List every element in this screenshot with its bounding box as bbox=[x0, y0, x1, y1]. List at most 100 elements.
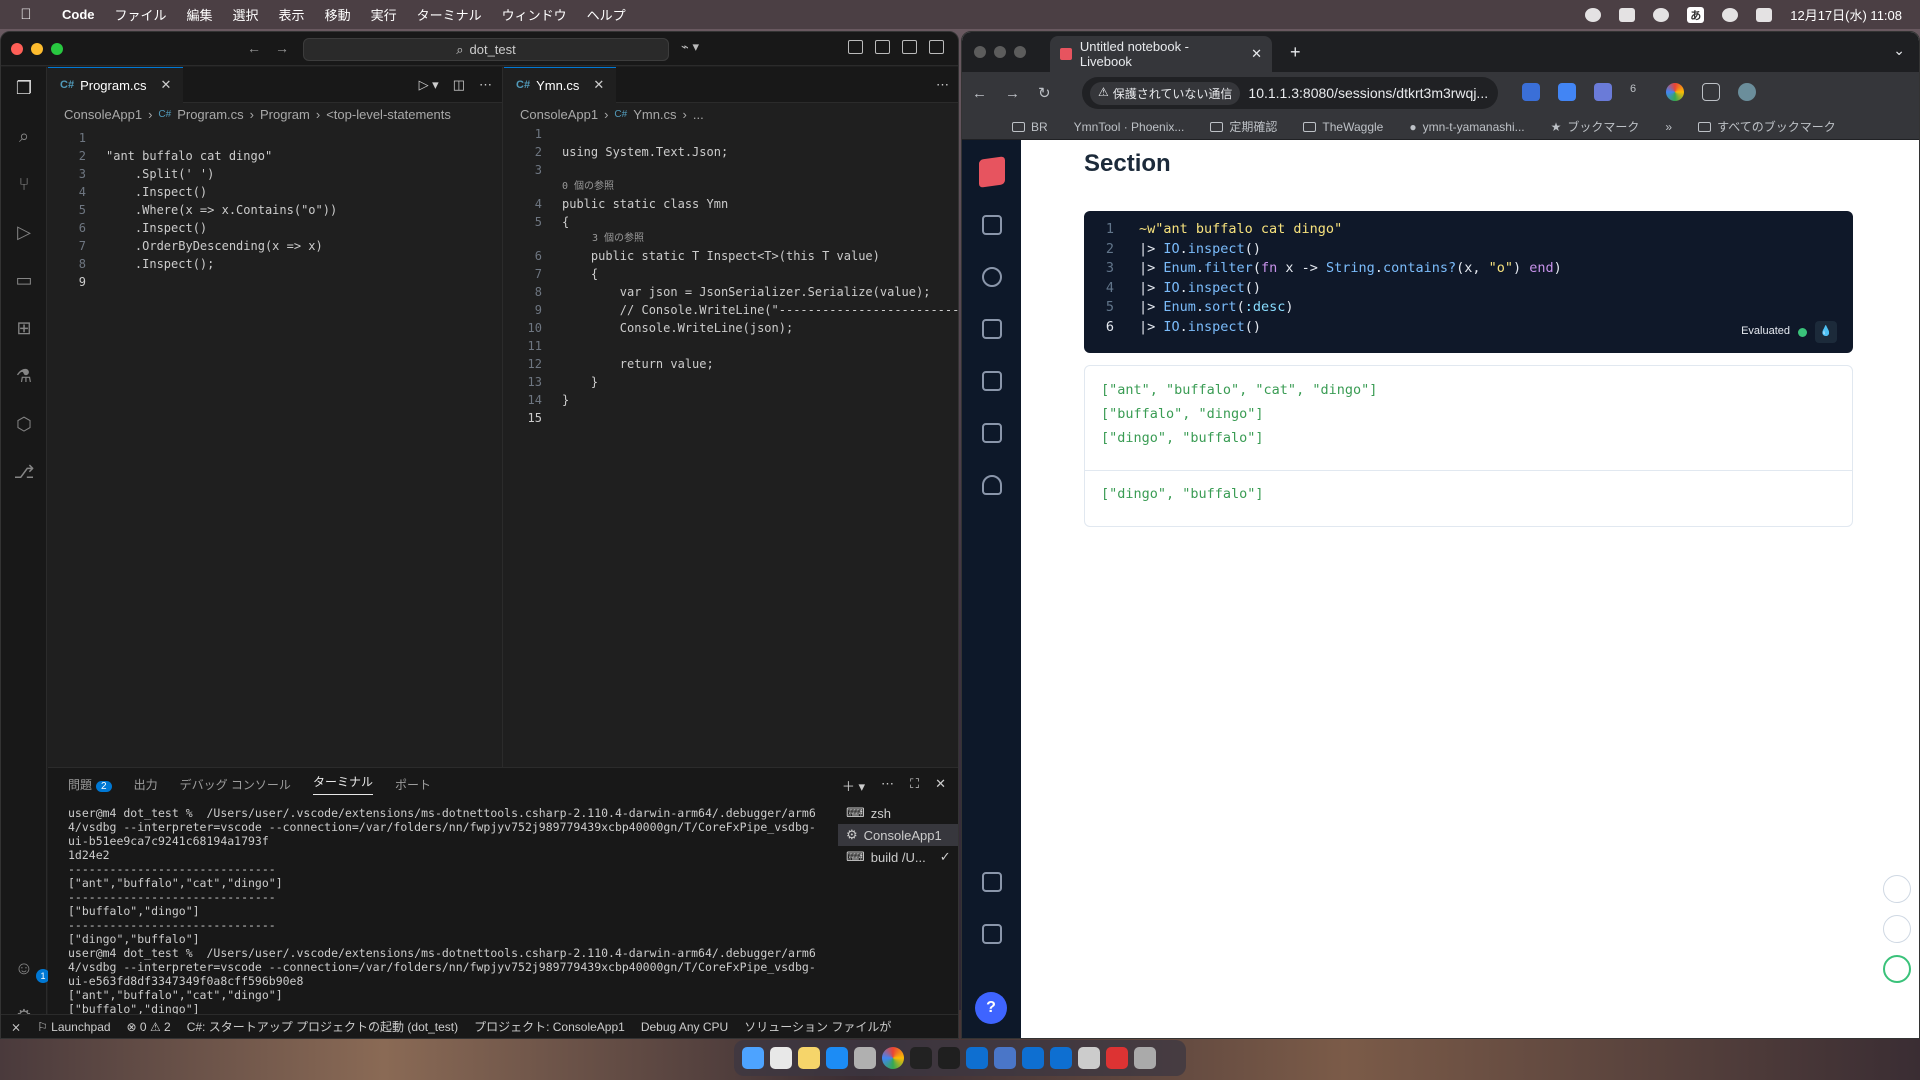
activity-monitor-icon[interactable] bbox=[938, 1047, 960, 1069]
close-tab-icon[interactable]: ✕ bbox=[593, 77, 604, 93]
menu-file[interactable]: ファイル bbox=[105, 5, 177, 24]
forward-arrow-icon[interactable]: → bbox=[275, 40, 289, 56]
close-window-button[interactable] bbox=[11, 42, 23, 55]
codelens-references[interactable]: 0 個の参照 bbox=[562, 178, 614, 196]
downloads-icon[interactable] bbox=[1078, 1047, 1100, 1069]
spotlight-icon[interactable] bbox=[1722, 7, 1739, 22]
startup-project-status[interactable]: C#: スタートアップ プロジェクトの起動 (dot_test) bbox=[187, 1018, 458, 1035]
breadcrumb-project[interactable]: ConsoleApp1 bbox=[64, 107, 142, 122]
bookmark-all[interactable]: すべてのブックマーク bbox=[1698, 118, 1836, 135]
tab-search-icon[interactable]: ⌄ bbox=[1893, 42, 1905, 59]
remote-indicator-icon[interactable]: ⨯ bbox=[11, 1020, 21, 1034]
menubar-clock[interactable]: 12月17日(水) 11:08 bbox=[1790, 5, 1902, 24]
run-button[interactable]: ▷ ▾ bbox=[419, 77, 439, 93]
runtime-icon[interactable] bbox=[982, 319, 1002, 339]
copilot-icon[interactable]: ⌁ ▾ bbox=[681, 39, 699, 55]
remote-explorer-icon[interactable]: ▭ bbox=[12, 269, 36, 291]
wifi-icon[interactable] bbox=[1653, 7, 1670, 22]
zoom-window-button[interactable] bbox=[51, 42, 63, 55]
testing-icon[interactable]: ⚗ bbox=[12, 365, 36, 387]
vscode-secondary-icon[interactable] bbox=[1050, 1047, 1072, 1069]
back-arrow-icon[interactable]: ← bbox=[247, 40, 261, 56]
keyboard-shortcuts-icon[interactable] bbox=[982, 924, 1002, 944]
close-tab-icon[interactable]: ✕ bbox=[161, 77, 172, 93]
breadcrumb-file[interactable]: Program.cs bbox=[177, 107, 243, 122]
code-cell[interactable]: Evaluated 💧 1 ~w"ant buffalo cat dingo" 2 |… bbox=[1084, 211, 1853, 353]
control-center-icon[interactable] bbox=[1756, 7, 1773, 22]
help-button[interactable]: ? bbox=[975, 992, 1007, 1024]
launchpad-icon[interactable] bbox=[770, 1047, 792, 1069]
search-view-icon[interactable]: ⌕ bbox=[12, 125, 36, 147]
toggle-primary-sidebar-icon[interactable] bbox=[875, 40, 890, 54]
apple-icon[interactable]:  bbox=[0, 6, 52, 23]
terminal-icon[interactable] bbox=[910, 1047, 932, 1069]
files-folder-icon[interactable] bbox=[982, 423, 1002, 443]
solution-status[interactable]: ソリューション ファイルが bbox=[744, 1018, 891, 1035]
maximize-panel-icon[interactable]: ⛶ bbox=[910, 776, 919, 795]
input-method-indicator[interactable]: あ bbox=[1687, 6, 1705, 23]
command-center-search[interactable]: ⌕ dot_test bbox=[303, 38, 669, 61]
breadcrumb-more[interactable]: ... bbox=[693, 107, 704, 122]
outline-icon[interactable] bbox=[982, 215, 1002, 235]
translate-extension-icon[interactable] bbox=[1522, 83, 1540, 101]
toggle-secondary-sidebar-icon[interactable] bbox=[929, 40, 944, 54]
source-control-icon[interactable]: ⑂ bbox=[12, 173, 36, 195]
back-arrow-icon[interactable]: ← bbox=[972, 85, 987, 102]
build-config-status[interactable]: Debug Any CPU bbox=[641, 1020, 728, 1034]
tab-debug-console[interactable]: デバッグ コンソール bbox=[180, 776, 291, 793]
menu-edit[interactable]: 編集 bbox=[177, 5, 223, 24]
tab-program-cs[interactable]: C# Program.cs ✕ bbox=[48, 66, 184, 103]
app-rocket-icon[interactable] bbox=[982, 475, 1002, 495]
tab-ymn-cs[interactable]: C# Ymn.cs ✕ bbox=[504, 66, 617, 103]
close-tab-icon[interactable]: ✕ bbox=[1251, 46, 1262, 62]
preview-icon[interactable] bbox=[994, 1047, 1016, 1069]
new-tab-button[interactable]: + bbox=[1290, 42, 1301, 63]
extensions-puzzle-icon[interactable] bbox=[1702, 83, 1720, 101]
zoom-window-button[interactable] bbox=[1014, 46, 1026, 58]
more-actions-icon[interactable]: ⋯ bbox=[936, 77, 949, 93]
vscode-insiders-icon[interactable] bbox=[1022, 1047, 1044, 1069]
launchpad-item[interactable]: ⚐ Launchpad bbox=[37, 1020, 110, 1034]
terminal-item-consoleapp[interactable]: ⚙ ConsoleApp1 bbox=[838, 824, 958, 846]
bookmark-overflow[interactable]: » bbox=[1665, 120, 1672, 134]
minimize-window-button[interactable] bbox=[31, 42, 43, 55]
extensions-icon[interactable]: ⊞ bbox=[12, 317, 36, 339]
forward-arrow-icon[interactable]: → bbox=[1005, 85, 1020, 102]
secrets-lock-icon[interactable] bbox=[982, 371, 1002, 391]
menu-selection[interactable]: 選択 bbox=[223, 5, 269, 24]
bookmark-github[interactable]: ● ymn-t-yamanashi... bbox=[1409, 120, 1524, 134]
check-extension-icon[interactable] bbox=[1558, 83, 1576, 101]
solution-explorer-icon[interactable]: ⬡ bbox=[12, 413, 36, 435]
git-graph-icon[interactable]: ⎇ bbox=[12, 461, 36, 483]
address-bar[interactable]: ⚠ 保護されていない通信 10.1.1.3:8080/sessions/dtkrt… bbox=[1082, 77, 1498, 109]
more-actions-icon[interactable]: ⋯ bbox=[881, 776, 894, 795]
tab-output[interactable]: 出力 bbox=[134, 776, 158, 793]
tab-problems[interactable]: 問題 2 bbox=[68, 776, 112, 793]
users-icon[interactable] bbox=[982, 267, 1002, 287]
project-status[interactable]: プロジェクト: ConsoleApp1 bbox=[474, 1018, 625, 1035]
bookmark-ymntool[interactable]: YmnTool · Phoenix... bbox=[1074, 120, 1185, 134]
bin-trash-icon[interactable] bbox=[982, 872, 1002, 892]
new-terminal-icon[interactable]: ＋ ▾ bbox=[842, 776, 865, 795]
minimize-window-button[interactable] bbox=[994, 46, 1006, 58]
chrome-icon[interactable] bbox=[882, 1047, 904, 1069]
terminal-output[interactable]: user@m4 dot_test % /Users/user/.vscode/e… bbox=[68, 806, 868, 1038]
section-title[interactable]: Section bbox=[1084, 150, 1171, 178]
livebook-logo[interactable] bbox=[979, 156, 1005, 188]
media-icon[interactable] bbox=[1585, 7, 1602, 22]
menu-go[interactable]: 移動 bbox=[315, 5, 361, 24]
browser-tab-livebook[interactable]: Untitled notebook - Livebook ✕ bbox=[1050, 36, 1272, 72]
bookmark-regular-check[interactable]: 定期確認 bbox=[1210, 118, 1277, 135]
ai-extension-icon[interactable] bbox=[1594, 83, 1612, 101]
bookmark-thewaggle[interactable]: TheWaggle bbox=[1303, 120, 1383, 134]
menu-window[interactable]: ウィンドウ bbox=[492, 5, 577, 24]
breadcrumb-file[interactable]: Ymn.cs bbox=[633, 107, 676, 122]
terminal-item-build[interactable]: ⌨ build /U... ✓ bbox=[838, 846, 958, 868]
menu-help[interactable]: ヘルプ bbox=[577, 5, 636, 24]
close-window-button[interactable] bbox=[974, 46, 986, 58]
breadcrumb-project[interactable]: ConsoleApp1 bbox=[520, 107, 598, 122]
reload-icon[interactable]: ↻ bbox=[1038, 84, 1051, 102]
close-panel-icon[interactable]: ✕ bbox=[935, 776, 946, 795]
menu-run[interactable]: 実行 bbox=[361, 5, 407, 24]
menu-view[interactable]: 表示 bbox=[269, 5, 315, 24]
